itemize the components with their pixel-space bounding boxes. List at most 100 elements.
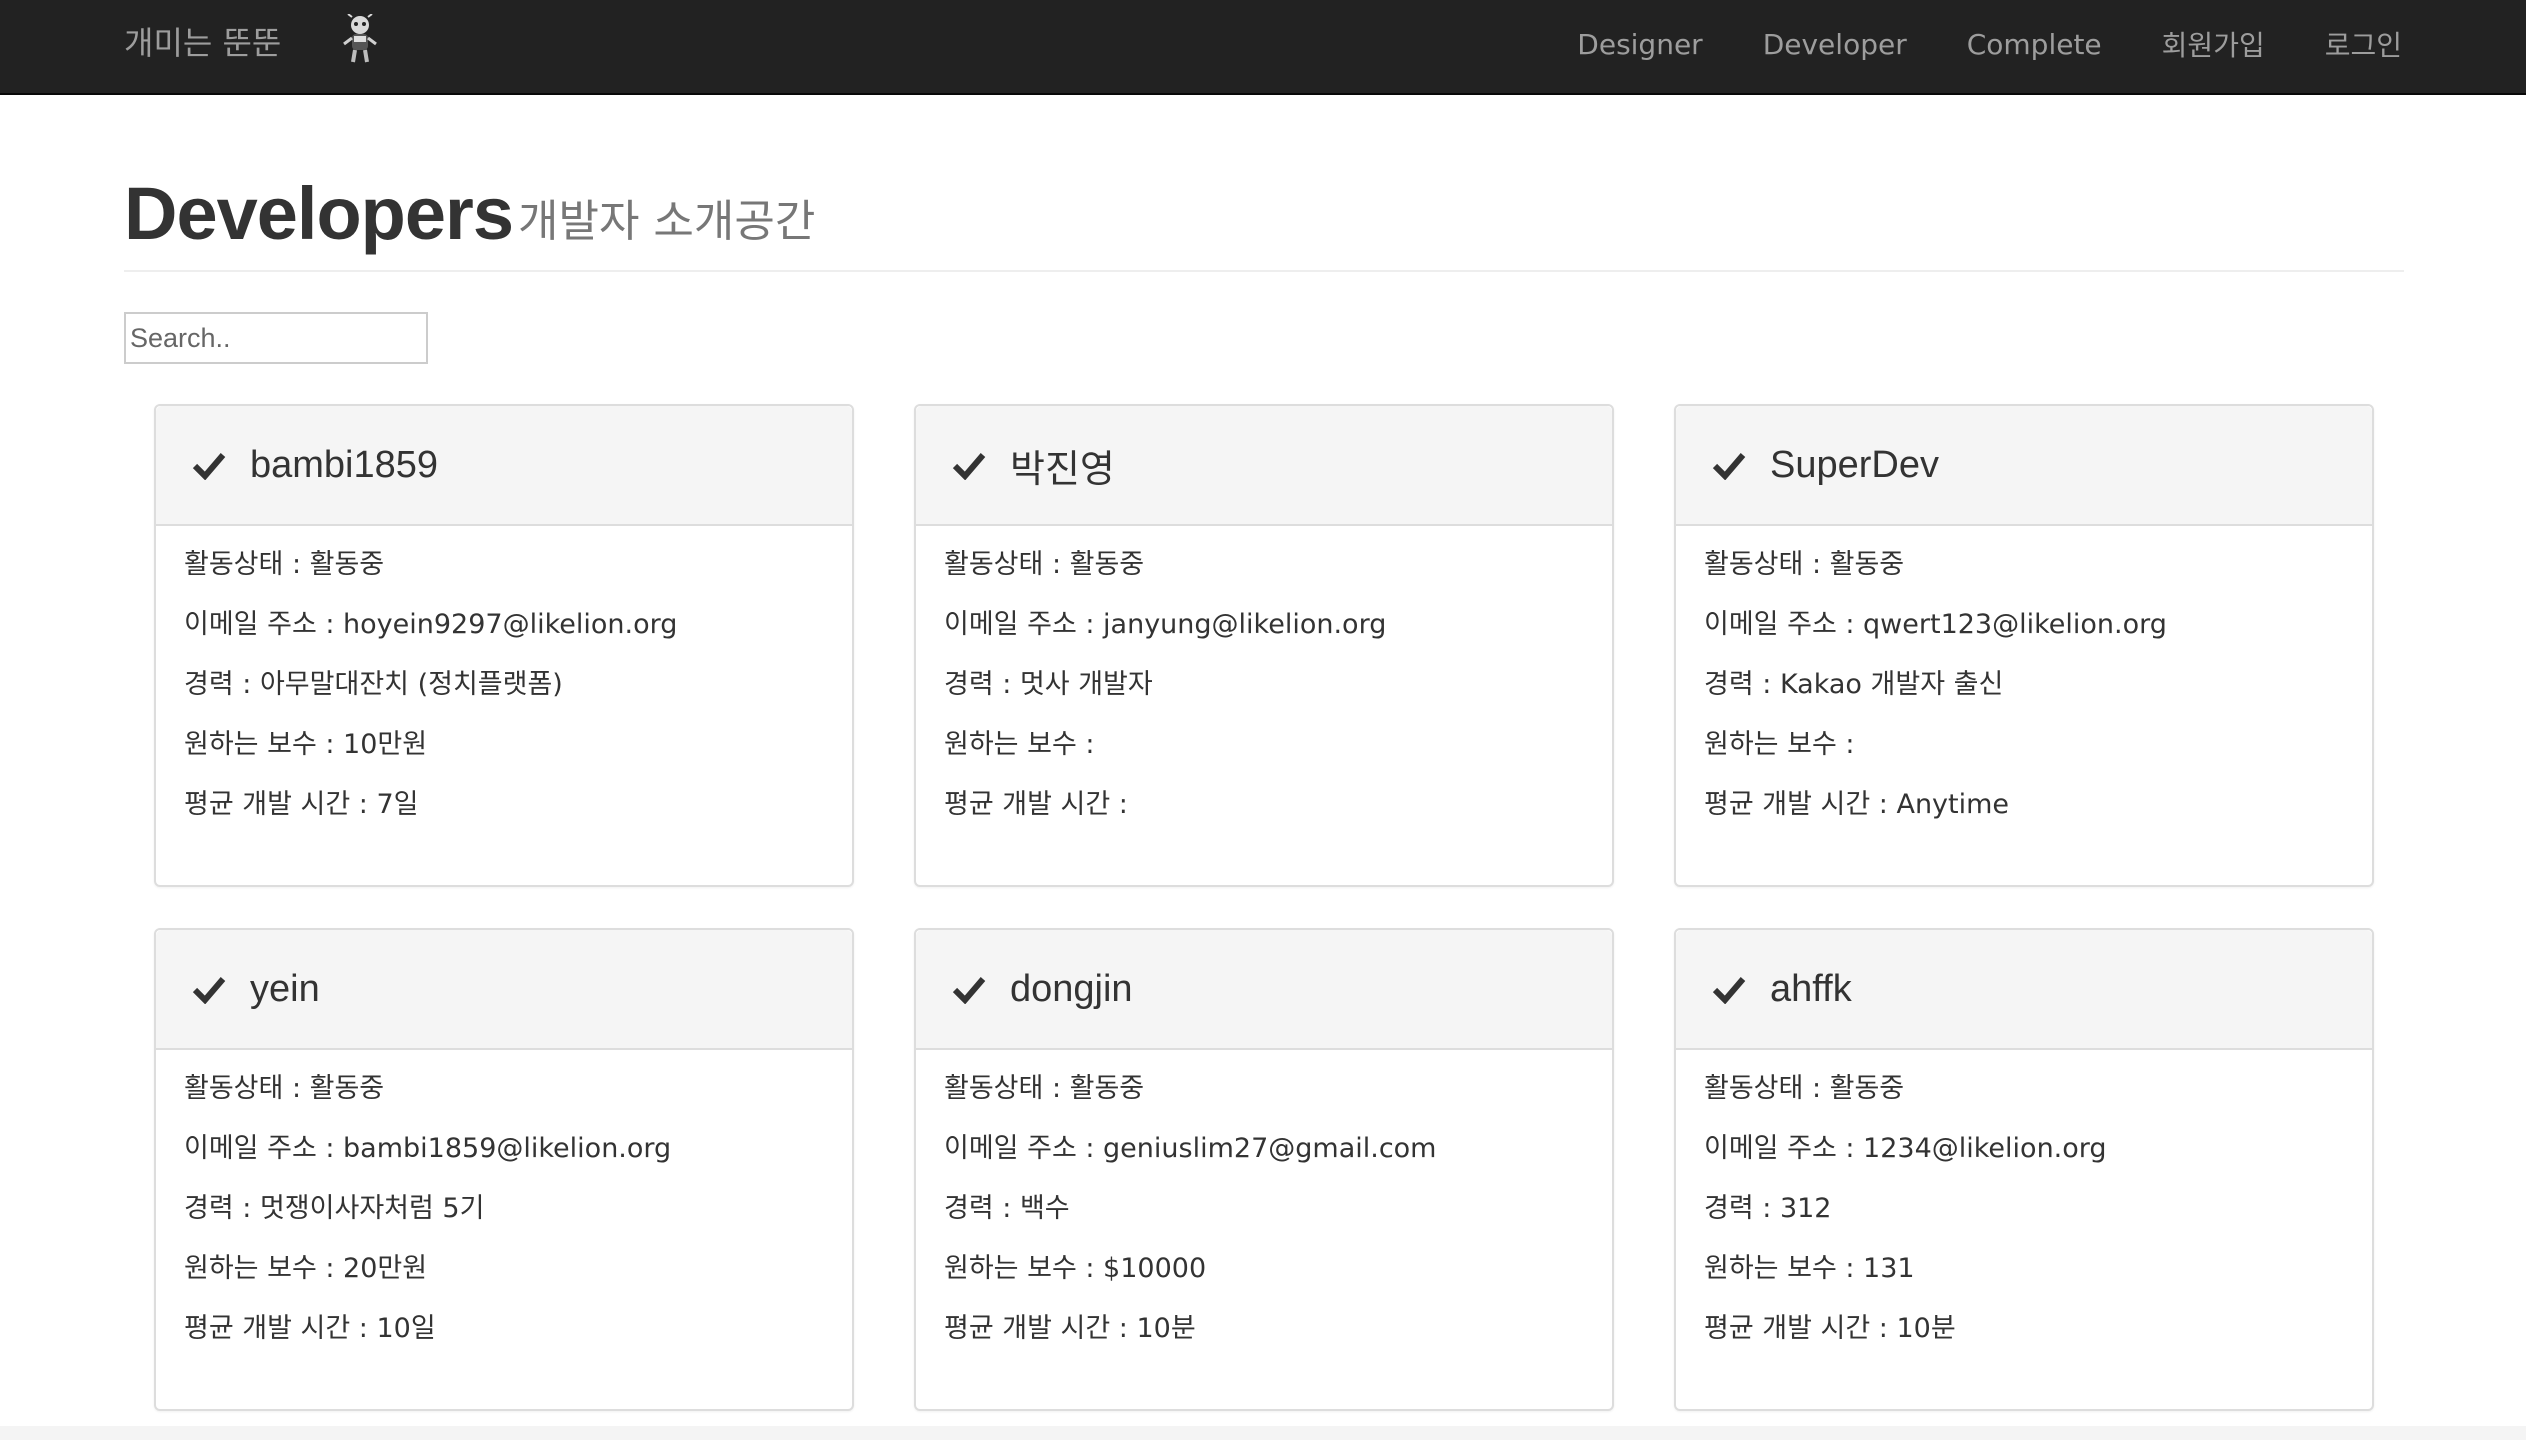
- career-label: 경력 :: [184, 1193, 260, 1224]
- developer-name: SuperDev: [1770, 443, 1939, 486]
- career-value: 멋사 개발자: [1019, 669, 1153, 700]
- developer-name: 박진영: [1010, 448, 1115, 491]
- dev-time-label: 평균 개발 시간 :: [1704, 1313, 1897, 1344]
- dev-time-label: 평균 개발 시간 :: [184, 1313, 377, 1344]
- career-label: 경력 :: [944, 1193, 1020, 1224]
- career-value: 312: [1779, 1193, 1832, 1224]
- developer-name: dongjin: [1010, 967, 1133, 1010]
- dev-time-label: 평균 개발 시간 :: [184, 789, 377, 820]
- salary-field: 원하는 보수 : 10만원: [184, 730, 852, 760]
- status-label: 활동상태 :: [1704, 1073, 1830, 1104]
- email-value: janyung@likelion.org: [1103, 609, 1387, 640]
- email-label: 이메일 주소 :: [1704, 1133, 1864, 1164]
- developer-card[interactable]: dongjin 활동상태 : 활동중 이메일 주소 : geniuslim27@…: [914, 928, 1614, 1411]
- status-value: 활동중: [309, 549, 385, 580]
- salary-label: 원하는 보수 :: [1704, 729, 1855, 760]
- email-label: 이메일 주소 :: [184, 1133, 344, 1164]
- salary-field: 원하는 보수 : $10000: [944, 1254, 1612, 1284]
- email-value: hoyein9297@likelion.org: [343, 609, 678, 640]
- status-label: 활동상태 :: [944, 549, 1070, 580]
- salary-field: 원하는 보수 : 20만원: [184, 1254, 852, 1284]
- status-field: 활동상태 : 활동중: [184, 1074, 852, 1104]
- email-field: 이메일 주소 : 1234@likelion.org: [1704, 1134, 2372, 1164]
- email-value: bambi1859@likelion.org: [343, 1133, 672, 1164]
- developer-card[interactable]: SuperDev 활동상태 : 활동중 이메일 주소 : qwert123@li…: [1674, 404, 2374, 887]
- card-body: 활동상태 : 활동중 이메일 주소 : bambi1859@likelion.o…: [156, 1050, 852, 1344]
- status-value: 활동중: [1829, 1073, 1905, 1104]
- career-field: 경력 : 백수: [944, 1194, 1612, 1224]
- developer-name: ahffk: [1770, 967, 1852, 1010]
- nav-designer[interactable]: Designer: [1577, 28, 1702, 61]
- email-label: 이메일 주소 :: [184, 609, 344, 640]
- status-value: 활동중: [1829, 549, 1905, 580]
- card-body: 활동상태 : 활동중 이메일 주소 : 1234@likelion.org 경력…: [1676, 1050, 2372, 1344]
- card-body: 활동상태 : 활동중 이메일 주소 : qwert123@likelion.or…: [1676, 526, 2372, 820]
- status-field: 활동상태 : 활동중: [1704, 550, 2372, 580]
- email-field: 이메일 주소 : qwert123@likelion.org: [1704, 610, 2372, 640]
- nav-links: Designer Developer Complete 회원가입 로그인: [1517, 0, 2402, 88]
- developer-card[interactable]: 박진영 활동상태 : 활동중 이메일 주소 : janyung@likelion…: [914, 404, 1614, 887]
- email-label: 이메일 주소 :: [1704, 609, 1864, 640]
- card-header: ahffk: [1676, 930, 2372, 1050]
- card-header: 박진영: [916, 406, 1612, 526]
- career-label: 경력 :: [184, 669, 260, 700]
- dev-time-value: 10분: [1136, 1313, 1196, 1344]
- status-field: 활동상태 : 활동중: [184, 550, 852, 580]
- check-icon: [1712, 977, 1746, 1004]
- dev-time-label: 평균 개발 시간 :: [944, 789, 1128, 820]
- email-label: 이메일 주소 :: [944, 1133, 1104, 1164]
- check-icon: [192, 977, 226, 1004]
- search-input[interactable]: [124, 312, 428, 364]
- email-value: 1234@likelion.org: [1863, 1133, 2107, 1164]
- status-label: 활동상태 :: [1704, 549, 1830, 580]
- email-field: 이메일 주소 : geniuslim27@gmail.com: [944, 1134, 1612, 1164]
- salary-field: 원하는 보수 : 131: [1704, 1254, 2372, 1284]
- nav-developer[interactable]: Developer: [1763, 28, 1907, 61]
- developer-name: bambi1859: [250, 443, 439, 486]
- career-label: 경력 :: [1704, 669, 1780, 700]
- email-field: 이메일 주소 : bambi1859@likelion.org: [184, 1134, 852, 1164]
- career-value: 백수: [1019, 1193, 1070, 1224]
- card-body: 활동상태 : 활동중 이메일 주소 : janyung@likelion.org…: [916, 526, 1612, 820]
- status-value: 활동중: [1069, 549, 1145, 580]
- career-value: 멋쟁이사자처럼 5기: [259, 1193, 485, 1224]
- salary-value: 10만원: [343, 729, 428, 760]
- salary-label: 원하는 보수 :: [1704, 1253, 1864, 1284]
- career-value: 아무말대잔치 (정치플랫폼): [259, 669, 563, 700]
- developer-card[interactable]: ahffk 활동상태 : 활동중 이메일 주소 : 1234@likelion.…: [1674, 928, 2374, 1411]
- dev-time-value: Anytime: [1896, 789, 2010, 820]
- dev-time-label: 평균 개발 시간 :: [1704, 789, 1897, 820]
- salary-field: 원하는 보수 :: [1704, 730, 2372, 760]
- status-field: 활동상태 : 활동중: [1704, 1074, 2372, 1104]
- status-value: 활동중: [1069, 1073, 1145, 1104]
- dev-time-field: 평균 개발 시간 : Anytime: [1704, 790, 2372, 820]
- ant-mascot-icon[interactable]: [338, 14, 382, 64]
- page-subtitle: 개발자 소개공간: [518, 196, 816, 247]
- brand-link[interactable]: 개미는 뚠뚠: [124, 0, 281, 82]
- card-header: yein: [156, 930, 852, 1050]
- card-header: dongjin: [916, 930, 1612, 1050]
- page-header: Developers 개발자 소개공간: [124, 170, 2404, 272]
- salary-value: $10000: [1103, 1253, 1207, 1284]
- salary-label: 원하는 보수 :: [184, 1253, 344, 1284]
- career-field: 경력 : 멋사 개발자: [944, 670, 1612, 700]
- status-value: 활동중: [309, 1073, 385, 1104]
- salary-label: 원하는 보수 :: [944, 1253, 1104, 1284]
- email-field: 이메일 주소 : hoyein9297@likelion.org: [184, 610, 852, 640]
- check-icon: [952, 977, 986, 1004]
- page-title: Developers: [124, 172, 514, 255]
- developer-card[interactable]: yein 활동상태 : 활동중 이메일 주소 : bambi1859@likel…: [154, 928, 854, 1411]
- salary-value: 131: [1863, 1253, 1915, 1284]
- email-field: 이메일 주소 : janyung@likelion.org: [944, 610, 1612, 640]
- developer-card[interactable]: bambi1859 활동상태 : 활동중 이메일 주소 : hoyein9297…: [154, 404, 854, 887]
- salary-value: 20만원: [343, 1253, 428, 1284]
- nav-complete[interactable]: Complete: [1967, 28, 2102, 61]
- nav-login[interactable]: 로그인: [2325, 24, 2402, 64]
- dev-time-value: 10분: [1896, 1313, 1956, 1344]
- career-field: 경력 : Kakao 개발자 출신: [1704, 670, 2372, 700]
- status-field: 활동상태 : 활동중: [944, 550, 1612, 580]
- nav-signup[interactable]: 회원가입: [2162, 24, 2265, 64]
- dev-time-field: 평균 개발 시간 : 10분: [944, 1314, 1612, 1344]
- page-bottom-edge: [0, 1426, 2526, 1440]
- dev-time-field: 평균 개발 시간 : 10일: [184, 1314, 852, 1344]
